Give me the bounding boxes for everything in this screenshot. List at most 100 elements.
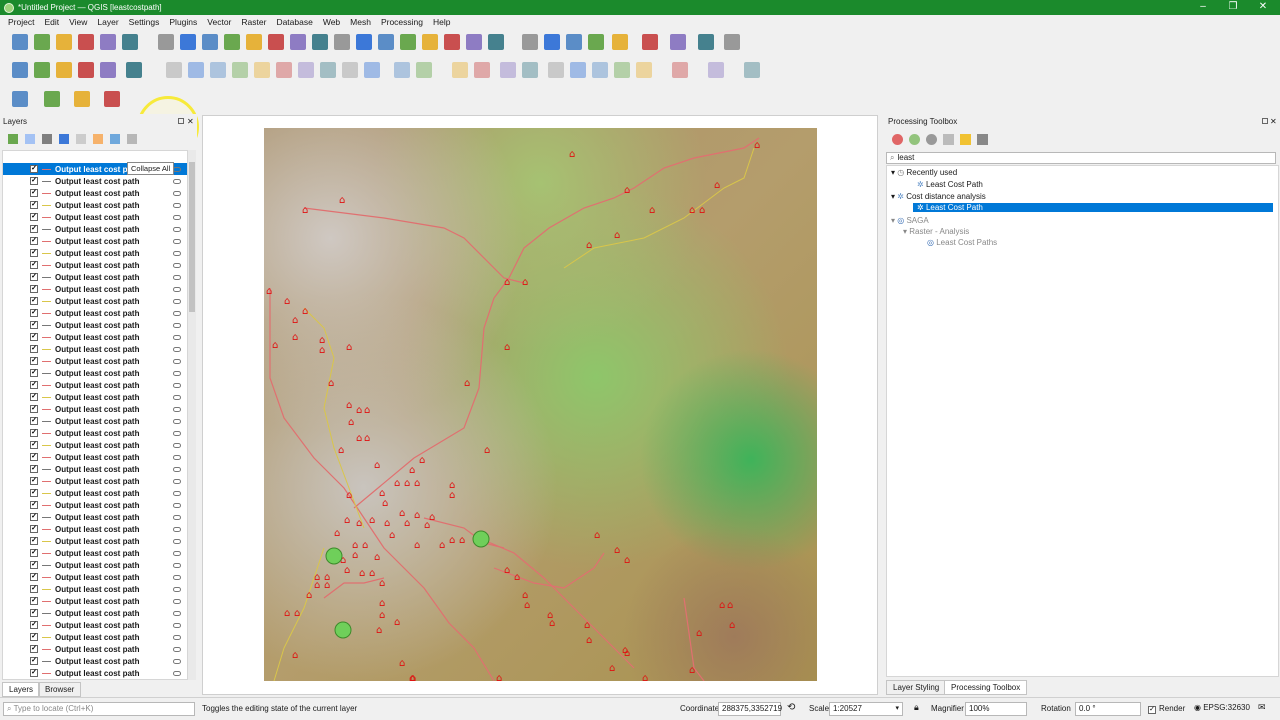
- tree-recent-item[interactable]: ✲ Least Cost Path: [917, 180, 983, 189]
- layer-checkbox[interactable]: ✓: [30, 189, 38, 197]
- visibility-eye-icon[interactable]: [173, 406, 181, 412]
- toolbar-tool-icon[interactable]: [290, 34, 306, 50]
- tab-layer-styling[interactable]: Layer Styling: [886, 680, 947, 695]
- render-checkbox[interactable]: ✓: [1148, 706, 1156, 714]
- toolbar-tool-icon[interactable]: [298, 62, 314, 78]
- toolbar-tool-icon[interactable]: [500, 62, 516, 78]
- layer-checkbox[interactable]: ✓: [30, 657, 38, 665]
- layer-checkbox[interactable]: ✓: [30, 177, 38, 185]
- expand-all-icon[interactable]: [93, 134, 103, 144]
- visibility-eye-icon[interactable]: [173, 466, 181, 472]
- layer-row[interactable]: ✓ Output least cost path: [3, 211, 187, 223]
- toolbar-tool-icon[interactable]: [452, 62, 468, 78]
- visibility-eye-icon[interactable]: [173, 562, 181, 568]
- style-manager-icon[interactable]: [8, 134, 18, 144]
- layer-checkbox[interactable]: ✓: [30, 429, 38, 437]
- layers-scrollbar[interactable]: [188, 150, 196, 680]
- visibility-eye-icon[interactable]: [173, 502, 181, 508]
- scrollbar-thumb[interactable]: [189, 162, 195, 312]
- toolbar-tool-icon[interactable]: [320, 62, 336, 78]
- layer-row[interactable]: ✓ Output least cost path: [3, 547, 187, 559]
- toolbar-tool-icon[interactable]: [422, 34, 438, 50]
- visibility-eye-icon[interactable]: [173, 250, 181, 256]
- layer-row[interactable]: ✓ Output least cost path: [3, 271, 187, 283]
- layer-row[interactable]: ✓ Output least cost path: [3, 403, 187, 415]
- layer-checkbox[interactable]: ✓: [30, 561, 38, 569]
- filter-legend-icon[interactable]: [59, 134, 69, 144]
- layer-row[interactable]: ✓ Output least cost path: [3, 499, 187, 511]
- chevron-down-icon[interactable]: ▾: [891, 192, 895, 201]
- layer-checkbox[interactable]: ✓: [30, 597, 38, 605]
- scripts-icon[interactable]: [909, 134, 920, 145]
- layer-checkbox[interactable]: ✓: [30, 237, 38, 245]
- menu-layer[interactable]: Layer: [92, 17, 123, 27]
- toolbar-tool-icon[interactable]: [400, 34, 416, 50]
- visibility-eye-icon[interactable]: [173, 622, 181, 628]
- maximize-button[interactable]: ❐: [1218, 0, 1248, 15]
- toolbar-tool-icon[interactable]: [56, 34, 72, 50]
- toolbar-tool-icon[interactable]: [100, 34, 116, 50]
- visibility-eye-icon[interactable]: [173, 526, 181, 532]
- toolbar-tool-icon[interactable]: [254, 62, 270, 78]
- toolbar-tool-icon[interactable]: [708, 62, 724, 78]
- layer-checkbox[interactable]: ✓: [30, 609, 38, 617]
- toolbar-tool-icon[interactable]: [224, 34, 240, 50]
- layer-row[interactable]: ✓ Output least cost path: [3, 667, 187, 679]
- close-panel-icon[interactable]: ✕: [187, 117, 194, 126]
- toolbar-tool-icon[interactable]: [364, 62, 380, 78]
- visibility-eye-icon[interactable]: [173, 322, 181, 328]
- toolbar-tool-icon[interactable]: [188, 62, 204, 78]
- layer-checkbox[interactable]: ✓: [30, 333, 38, 341]
- visibility-eye-icon[interactable]: [173, 598, 181, 604]
- toolbar-tool-icon[interactable]: [312, 34, 328, 50]
- toolbar-tool-icon[interactable]: [56, 62, 72, 78]
- layer-checkbox[interactable]: ✓: [30, 369, 38, 377]
- visibility-eye-icon[interactable]: [173, 310, 181, 316]
- layer-checkbox[interactable]: ✓: [30, 393, 38, 401]
- tree-saga[interactable]: ▾ ◎ SAGA: [891, 216, 929, 225]
- chevron-down-icon[interactable]: ▾: [891, 168, 895, 177]
- toolbar-tool-icon[interactable]: [276, 62, 292, 78]
- menu-view[interactable]: View: [64, 17, 92, 27]
- layer-row[interactable]: ✓ Output least cost path: [3, 391, 187, 403]
- toolbar-tool-icon[interactable]: [548, 62, 564, 78]
- toolbar-tool-icon[interactable]: [570, 62, 586, 78]
- toolbar-tool-icon[interactable]: [122, 34, 138, 50]
- messages-icon[interactable]: ✉: [1258, 702, 1266, 713]
- layer-row[interactable]: ✓ Output least cost path: [3, 439, 187, 451]
- toolbar-tool-icon[interactable]: [378, 34, 394, 50]
- map-raster[interactable]: ⌂ ⌂ ⌂ ⌂ ⌂ ⌂ ⌂ ⌂ ⌂ ⌂ ⌂ ⌂ ⌂ ⌂ ⌂ ⌂ ⌂ ⌂ ⌂ ⌂ ⌂ ⌂ ⌂ ⌂ ⌂ ⌂ ⌂ ⌂ ⌂ ⌂ ⌂ ⌂ ⌂ ⌂…: [264, 128, 817, 681]
- layer-checkbox[interactable]: ✓: [30, 213, 38, 221]
- visibility-eye-icon[interactable]: [173, 514, 181, 520]
- chevron-down-icon[interactable]: ▾: [891, 216, 895, 225]
- toolbar-tool-icon[interactable]: [100, 62, 116, 78]
- menu-project[interactable]: Project: [3, 17, 39, 27]
- toolbar-tool-icon[interactable]: [744, 62, 760, 78]
- layer-checkbox[interactable]: ✓: [30, 321, 38, 329]
- layer-checkbox[interactable]: ✓: [30, 261, 38, 269]
- visibility-eye-icon[interactable]: [173, 346, 181, 352]
- layer-checkbox[interactable]: ✓: [30, 309, 38, 317]
- tab-layers[interactable]: Layers: [2, 682, 41, 697]
- visibility-eye-icon[interactable]: [173, 490, 181, 496]
- layer-checkbox[interactable]: ✓: [30, 585, 38, 593]
- layer-row[interactable]: ✓ Output least cost path: [3, 175, 187, 187]
- toolbar-tool-icon[interactable]: [34, 34, 50, 50]
- toolbar-tool-icon[interactable]: [724, 34, 740, 50]
- layer-checkbox[interactable]: ✓: [30, 405, 38, 413]
- layer-row[interactable]: ✓ Output least cost path: [3, 223, 187, 235]
- layer-row[interactable]: ✓ Output least cost path: [3, 559, 187, 571]
- tab-processing-toolbox[interactable]: Processing Toolbox: [944, 680, 1028, 695]
- layer-row[interactable]: ✓ Output least cost path: [3, 631, 187, 643]
- layer-checkbox[interactable]: ✓: [30, 477, 38, 485]
- layer-checkbox[interactable]: ✓: [30, 381, 38, 389]
- toolbar-tool-icon[interactable]: [612, 34, 628, 50]
- manage-visibility-icon[interactable]: [42, 134, 52, 144]
- toolbar-tool-icon[interactable]: [466, 34, 482, 50]
- add-group-icon[interactable]: [25, 134, 35, 144]
- layer-checkbox[interactable]: ✓: [30, 465, 38, 473]
- menu-help[interactable]: Help: [428, 17, 455, 27]
- collapse-all-icon[interactable]: [110, 134, 120, 144]
- layer-row[interactable]: ✓ Output least cost path: [3, 415, 187, 427]
- visibility-eye-icon[interactable]: [173, 658, 181, 664]
